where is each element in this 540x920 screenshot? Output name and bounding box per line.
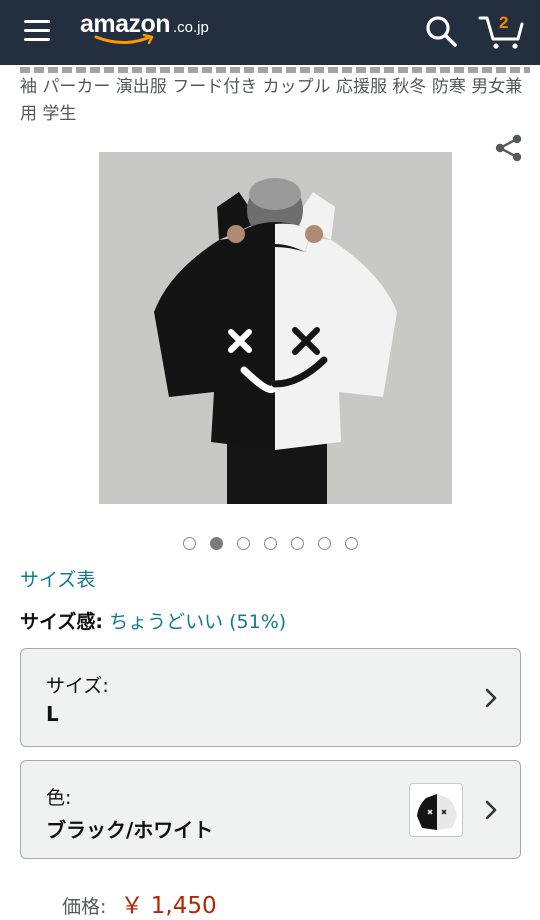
carousel-dot[interactable] <box>344 537 358 550</box>
color-selector-label: 色: <box>46 787 72 809</box>
chevron-right-icon <box>485 800 497 820</box>
size-fit-label: サイズ感: <box>20 611 104 633</box>
logo-smile-icon <box>94 34 154 45</box>
size-selector-label: サイズ: <box>46 675 109 697</box>
chevron-right-icon <box>485 688 497 708</box>
product-title: 袖 パーカー 演出服 フード付き カップル 応援服 秋冬 防寒 男女兼用 学生 <box>20 65 530 128</box>
size-selector[interactable]: サイズ: L <box>20 648 521 747</box>
carousel-dot[interactable] <box>236 537 250 550</box>
product-title-area: 袖 パーカー 演出服 フード付き カップル 応援服 秋冬 防寒 男女兼用 学生 <box>0 65 540 135</box>
price-row: 価格: ￥ 1,450 <box>62 886 217 920</box>
carousel-dot-active[interactable] <box>209 537 223 550</box>
hoodie-photo <box>99 152 452 504</box>
product-title-text: 袖 パーカー 演出服 フード付き カップル 応援服 秋冬 防寒 男女兼用 学生 <box>20 77 523 124</box>
carousel-dot[interactable] <box>182 537 196 550</box>
size-selector-value: L <box>46 702 59 726</box>
color-selector-value: ブラック/ホワイト <box>46 818 214 842</box>
top-nav-bar: amazon .co.jp 2 <box>0 0 540 65</box>
amazon-logo[interactable]: amazon .co.jp <box>80 8 230 48</box>
image-carousel-dots <box>0 537 540 550</box>
logo-tld: .co.jp <box>173 19 209 36</box>
share-icon[interactable] <box>494 133 524 163</box>
size-chart-link[interactable]: サイズ表 <box>20 565 95 592</box>
cart-count-badge: 2 <box>499 13 509 32</box>
carousel-dot[interactable] <box>263 537 277 550</box>
price-label: 価格: <box>62 896 107 918</box>
search-icon[interactable] <box>424 14 458 48</box>
color-swatch-thumbnail <box>409 783 463 837</box>
cart-icon[interactable]: 2 <box>478 12 524 50</box>
carousel-dot[interactable] <box>317 537 331 550</box>
menu-icon[interactable] <box>24 20 52 42</box>
product-image[interactable] <box>99 152 452 504</box>
size-fit-row: サイズ感: ちょうどいい (51%) <box>20 607 286 634</box>
price-value: ￥ 1,450 <box>120 893 217 919</box>
hoodie-thumbnail <box>410 784 462 836</box>
carousel-dot[interactable] <box>290 537 304 550</box>
color-selector[interactable]: 色: ブラック/ホワイト <box>20 760 521 859</box>
title-cut-line <box>20 65 530 74</box>
size-fit-value[interactable]: ちょうどいい (51%) <box>109 611 286 633</box>
